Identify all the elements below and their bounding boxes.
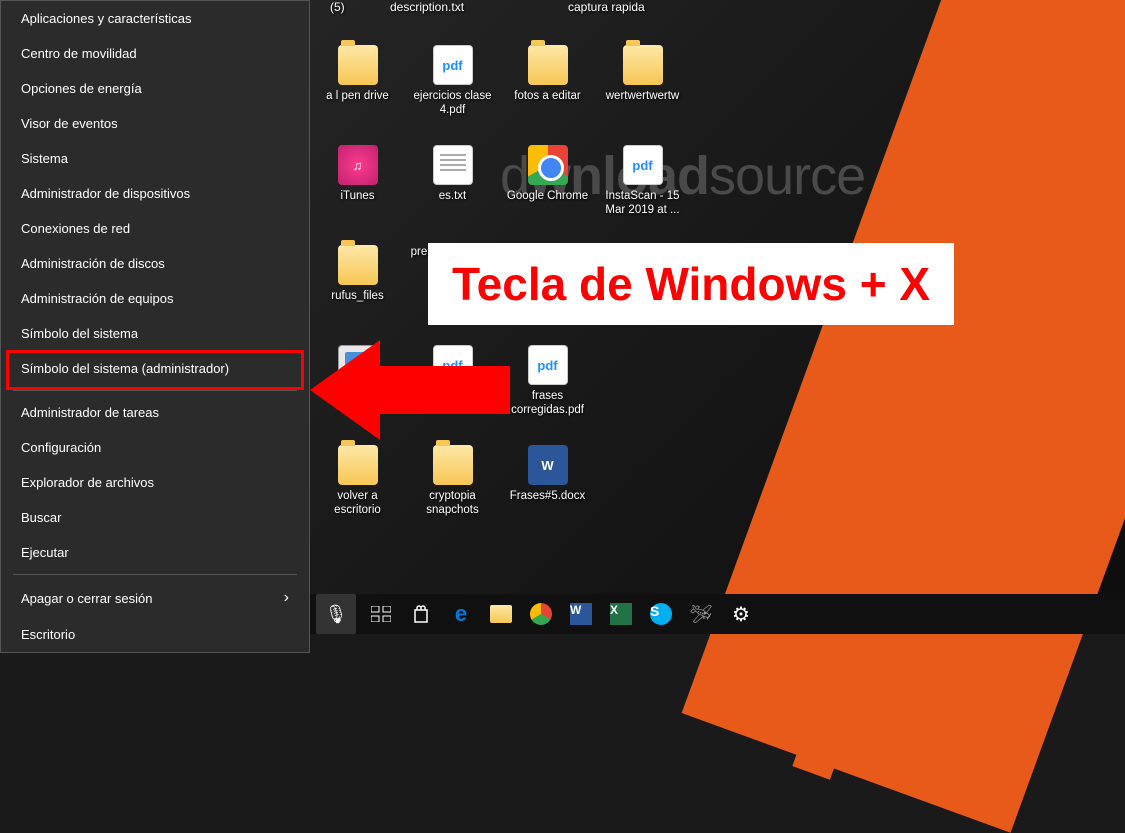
skype-icon[interactable]: S <box>646 599 676 629</box>
winx-item-command-prompt[interactable]: Símbolo del sistema <box>1 316 309 351</box>
desktop-icon[interactable]: cryptopia snapchots <box>405 440 500 540</box>
desktop-icon[interactable]: volver a escritorio <box>310 440 405 540</box>
excel-icon[interactable]: X <box>606 599 636 629</box>
desktop-icon-label: volver a escritorio <box>314 489 402 518</box>
winx-item-computer-management[interactable]: Administración de equipos <box>1 281 309 316</box>
desktop-icon[interactable]: rufus_files <box>310 240 405 340</box>
winx-item-event-viewer[interactable]: Visor de eventos <box>1 106 309 141</box>
winx-item-command-prompt-admin[interactable]: Símbolo del sistema (administrador) <box>1 351 309 386</box>
winx-item-power-options[interactable]: Opciones de energía <box>1 71 309 106</box>
settings-icon[interactable]: ⚙ <box>726 599 756 629</box>
folder-icon <box>433 445 473 485</box>
winx-item-settings[interactable]: Configuración <box>1 430 309 465</box>
desktop-icon-label: iTunes <box>340 189 374 203</box>
menu-separator <box>13 574 297 575</box>
desktop-icon[interactable]: W Frases#5.docx <box>500 440 595 540</box>
desktop-icon-label: InstaScan - 15 Mar 2019 at ... <box>599 189 687 218</box>
pdf-icon: pdf <box>433 45 473 85</box>
menu-item-label: Visor de eventos <box>21 116 118 131</box>
menu-item-label: Conexiones de red <box>21 221 130 236</box>
annotation-arrow <box>300 330 520 450</box>
file-explorer-icon[interactable] <box>486 599 516 629</box>
app-icon[interactable]: 🛩 <box>686 599 716 629</box>
menu-item-label: Administrador de tareas <box>21 405 159 420</box>
folder-icon <box>338 45 378 85</box>
winx-item-shutdown[interactable]: Apagar o cerrar sesión › <box>1 579 309 617</box>
menu-item-label: Sistema <box>21 151 68 166</box>
menu-item-label: Símbolo del sistema (administrador) <box>21 361 229 376</box>
folder-icon <box>528 45 568 85</box>
menu-item-label: Aplicaciones y características <box>21 11 192 26</box>
menu-item-label: Buscar <box>21 510 61 525</box>
annotation-text: Tecla de Windows + X <box>452 257 930 311</box>
word-icon: W <box>528 445 568 485</box>
desktop-icon[interactable]: pdf ejercicios clase 4.pdf <box>405 40 500 140</box>
desktop-icon-label: ejercicios clase 4.pdf <box>409 89 497 118</box>
task-view-icon[interactable] <box>366 599 396 629</box>
winx-item-desktop[interactable]: Escritorio <box>1 617 309 652</box>
store-icon[interactable] <box>406 599 436 629</box>
chrome-icon[interactable] <box>526 599 556 629</box>
desktop-icon-label: wertwertwertw <box>606 89 679 103</box>
desktop-icon[interactable]: ♫ iTunes <box>310 140 405 240</box>
menu-item-label: Explorador de archivos <box>21 475 154 490</box>
winx-item-search[interactable]: Buscar <box>1 500 309 535</box>
desktop-icon-label: cryptopia snapchots <box>409 489 497 518</box>
winx-item-run[interactable]: Ejecutar <box>1 535 309 570</box>
edge-icon[interactable]: e <box>446 599 476 629</box>
desktop-icon-label: Frases#5.docx <box>510 489 585 503</box>
desktop-icon-label: fotos a editar <box>514 89 580 103</box>
menu-separator <box>13 390 297 391</box>
desktop-icon[interactable]: es.txt <box>405 140 500 240</box>
menu-item-label: Escritorio <box>21 627 75 642</box>
menu-item-label: Ejecutar <box>21 545 69 560</box>
menu-item-label: Configuración <box>21 440 101 455</box>
desktop-icon[interactable]: pdf InstaScan - 15 Mar 2019 at ... <box>595 140 690 240</box>
desktop-icon-label: es.txt <box>439 189 466 203</box>
annotation-callout: Tecla de Windows + X <box>428 243 954 325</box>
menu-item-label: Administración de discos <box>21 256 165 271</box>
taskbar: 🎙 e W X S 🛩 ⚙ <box>310 594 1125 634</box>
folder-icon <box>623 45 663 85</box>
winx-item-disk-management[interactable]: Administración de discos <box>1 246 309 281</box>
txt-icon <box>433 145 473 185</box>
menu-item-label: Opciones de energía <box>21 81 142 96</box>
desktop-icon[interactable]: fotos a editar <box>500 40 595 140</box>
menu-item-label: Apagar o cerrar sesión <box>21 591 153 606</box>
desktop-icon[interactable]: Google Chrome <box>500 140 595 240</box>
desktop-icon[interactable]: a l pen drive <box>310 40 405 140</box>
menu-item-label: Símbolo del sistema <box>21 326 138 341</box>
itunes-icon: ♫ <box>338 145 378 185</box>
desktop-icon-label: description.txt <box>390 0 464 14</box>
winx-item-mobility-center[interactable]: Centro de movilidad <box>1 36 309 71</box>
winx-item-device-manager[interactable]: Administrador de dispositivos <box>1 176 309 211</box>
chrome-icon <box>528 145 568 185</box>
winx-item-system[interactable]: Sistema <box>1 141 309 176</box>
winx-item-task-manager[interactable]: Administrador de tareas <box>1 395 309 430</box>
word-icon[interactable]: W <box>566 599 596 629</box>
desktop-icon-label: a l pen drive <box>326 89 389 103</box>
desktop-icon-label: Google Chrome <box>507 189 588 203</box>
pdf-icon: pdf <box>623 145 663 185</box>
winx-item-network-connections[interactable]: Conexiones de red <box>1 211 309 246</box>
menu-item-label: Centro de movilidad <box>21 46 137 61</box>
winx-menu: Aplicaciones y características Centro de … <box>0 0 310 653</box>
winx-item-file-explorer[interactable]: Explorador de archivos <box>1 465 309 500</box>
winx-item-apps-features[interactable]: Aplicaciones y características <box>1 1 309 36</box>
folder-icon <box>338 245 378 285</box>
desktop-icon-label: rufus_files <box>331 289 383 303</box>
folder-icon <box>338 445 378 485</box>
desktop-icon[interactable]: wertwertwertw <box>595 40 690 140</box>
desktop-icon-label: (5) <box>330 0 345 14</box>
chevron-right-icon: › <box>284 589 289 607</box>
desktop-icon-label: captura rapida <box>568 0 645 14</box>
cortana-mic-icon[interactable]: 🎙 <box>316 594 356 634</box>
menu-item-label: Administrador de dispositivos <box>21 186 190 201</box>
menu-item-label: Administración de equipos <box>21 291 173 306</box>
pdf-icon: pdf <box>528 345 568 385</box>
